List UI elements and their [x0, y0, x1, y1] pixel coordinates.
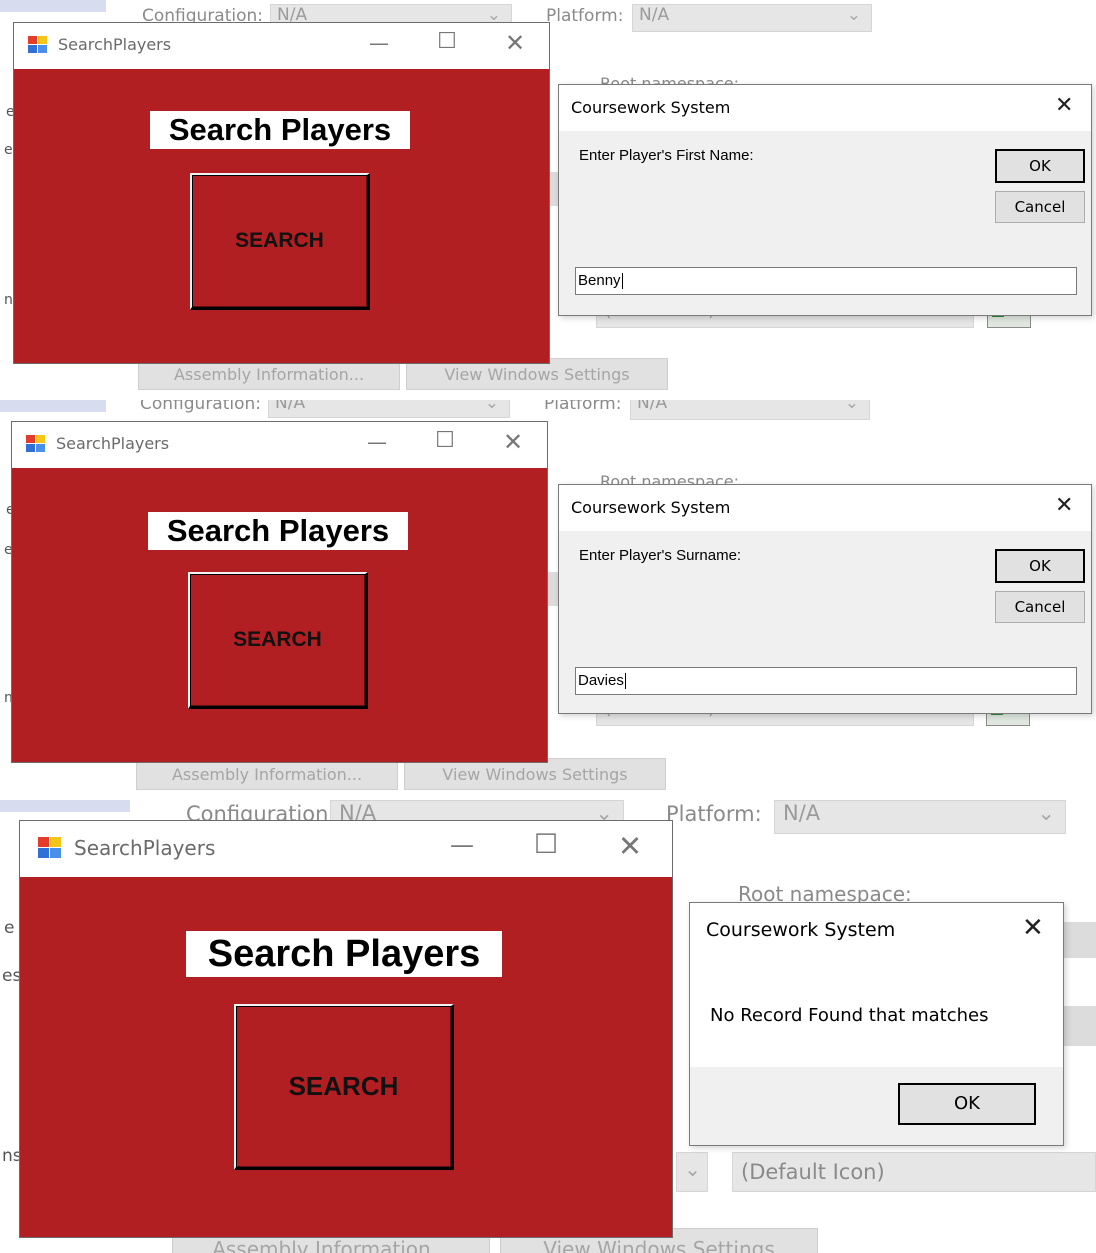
close-icon[interactable]: ✕ — [498, 428, 528, 456]
cancel-button[interactable]: Cancel — [995, 591, 1085, 623]
page-title: Search Players — [186, 931, 502, 977]
dialog-prompt: Enter Player's First Name: — [579, 147, 754, 164]
chevron-down-icon: ⌄ — [1037, 801, 1055, 825]
title-bar[interactable]: SearchPlayers — ☐ ✕ — [20, 821, 672, 877]
background-strip — [0, 800, 130, 812]
searchplayers-window: SearchPlayers — ☐ ✕ Search Players SEARC… — [11, 421, 548, 763]
dialog-title-bar[interactable]: Coursework System ✕ — [559, 485, 1091, 531]
maximize-icon[interactable]: ☐ — [430, 428, 460, 453]
app-icon — [26, 435, 46, 453]
platform-label: Platform: — [544, 400, 622, 414]
dialog-message-area: No Record Found that matches — [690, 951, 1063, 1067]
screenshot-panel-3: Configuration: N/A ⌄ Platform: N/A ⌄ Root … — [0, 800, 1096, 1253]
window-title: SearchPlayers — [74, 836, 216, 860]
screenshot-panel-1: Configuration: N/A⌄ Platform: N/A⌄ Root … — [0, 0, 1096, 392]
background-gray-block — [1064, 922, 1096, 958]
close-icon[interactable]: ✕ — [1055, 493, 1073, 518]
search-button[interactable]: SEARCH — [188, 572, 368, 709]
platform-combo[interactable]: N/A ⌄ — [774, 800, 1066, 834]
ok-button[interactable]: OK — [995, 549, 1085, 583]
title-bar[interactable]: SearchPlayers — ☐ ✕ — [12, 422, 547, 468]
minimize-icon[interactable]: — — [444, 831, 480, 859]
title-bar[interactable]: SearchPlayers — ☐ ✕ — [14, 23, 549, 69]
dialog-prompt: Enter Player's Surname: — [579, 547, 742, 564]
icon-combo[interactable]: (Default Icon) — [732, 1152, 1096, 1192]
search-button[interactable]: SEARCH — [190, 173, 370, 310]
app-icon — [38, 837, 62, 859]
ok-button[interactable]: OK — [898, 1083, 1036, 1125]
page-title: Search Players — [148, 512, 408, 550]
minimize-icon[interactable]: — — [364, 31, 394, 55]
page-title: Search Players — [150, 111, 410, 149]
surname-input[interactable]: Davies — [575, 667, 1077, 695]
configuration-combo[interactable]: N/A ⌄ — [268, 400, 510, 418]
dialog-title: Coursework System — [571, 98, 731, 117]
dialog-title: Coursework System — [706, 919, 896, 941]
platform-label: Platform: — [666, 802, 762, 826]
dialog-title-bar[interactable]: Coursework System ✕ — [690, 903, 1063, 951]
chevron-down-icon: ⌄ — [846, 5, 861, 25]
app-icon — [28, 36, 48, 54]
background-gray-block — [1064, 1006, 1096, 1046]
searchplayers-window: SearchPlayers — ☐ ✕ Search Players SEARC… — [13, 22, 550, 364]
text-caret — [621, 273, 623, 290]
maximize-icon[interactable]: ☐ — [432, 29, 462, 54]
dialog-title: Coursework System — [571, 498, 731, 517]
platform-combo[interactable]: N/A ⌄ — [630, 400, 870, 420]
close-icon[interactable]: ✕ — [500, 29, 530, 57]
close-icon[interactable]: ✕ — [1022, 913, 1044, 943]
maximize-icon[interactable]: ☐ — [528, 829, 564, 860]
dialog-message: No Record Found that matches — [710, 1005, 989, 1026]
platform-label: Platform: — [546, 6, 624, 26]
message-dialog-no-record: Coursework System ✕ No Record Found that… — [689, 902, 1064, 1146]
searchplayers-window: SearchPlayers — ☐ ✕ Search Players SEARC… — [19, 820, 673, 1238]
search-button[interactable]: SEARCH — [234, 1004, 454, 1170]
edge-text-e: e — [4, 918, 15, 938]
close-icon[interactable]: ✕ — [1055, 93, 1073, 118]
chevron-down-icon: ⌄ — [844, 400, 859, 413]
small-combo[interactable]: ⌄ — [676, 1152, 708, 1192]
ok-button[interactable]: OK — [995, 149, 1085, 183]
background-strip — [0, 0, 106, 12]
input-dialog-surname: Coursework System ✕ Enter Player's Surna… — [558, 484, 1092, 714]
chevron-down-icon: ⌄ — [684, 1157, 701, 1181]
input-dialog-first-name: Coursework System ✕ Enter Player's First… — [558, 84, 1092, 316]
text-caret — [624, 673, 626, 690]
chevron-down-icon: ⌄ — [484, 400, 499, 413]
minimize-icon[interactable]: — — [362, 430, 392, 454]
window-title: SearchPlayers — [56, 434, 170, 453]
close-icon[interactable]: ✕ — [612, 829, 648, 863]
background-strip — [0, 400, 106, 412]
dialog-title-bar[interactable]: Coursework System ✕ — [559, 85, 1091, 131]
screenshot-panel-2: Configuration: N/A ⌄ Platform: N/A ⌄ Root … — [0, 400, 1096, 792]
configuration-label: Configuration: — [140, 400, 262, 414]
window-title: SearchPlayers — [58, 35, 172, 54]
cancel-button[interactable]: Cancel — [995, 191, 1085, 223]
first-name-input[interactable]: Benny — [575, 267, 1077, 295]
platform-combo[interactable]: N/A ⌄ — [632, 4, 872, 32]
